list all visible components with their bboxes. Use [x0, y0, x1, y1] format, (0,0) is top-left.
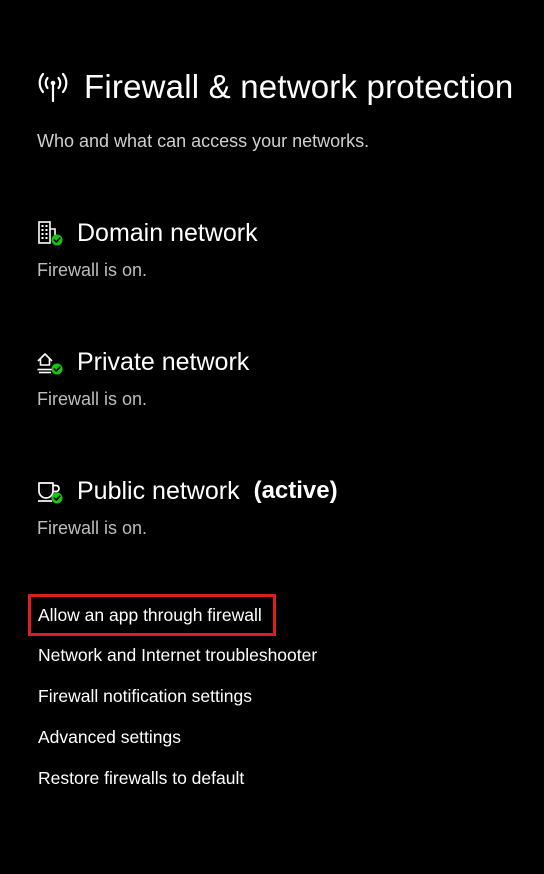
domain-building-icon [38, 221, 63, 246]
firewall-notification-settings-link[interactable]: Firewall notification settings [28, 676, 508, 717]
firewall-status: Firewall is on. [37, 518, 148, 538]
private-network-section[interactable]: Private network Firewall is on. [36, 345, 516, 410]
network-header: Public network (active) [36, 474, 516, 508]
page-header: Firewall & network protection [36, 68, 513, 106]
domain-network-section[interactable]: Domain network Firewall is on. [36, 216, 516, 281]
check-badge-icon [51, 234, 63, 246]
page-title: Firewall & network protection [84, 68, 514, 105]
check-badge-icon [51, 363, 63, 375]
network-troubleshooter-link[interactable]: Network and Internet troubleshooter [28, 635, 508, 676]
firewall-status: Firewall is on. [37, 260, 148, 280]
page-subtitle: Who and what can access your networks. [37, 131, 370, 151]
network-name: Private network [77, 347, 250, 376]
public-network-section[interactable]: Public network (active) Firewall is on. [36, 474, 516, 539]
wireless-antenna-icon [38, 72, 68, 103]
network-name: Public network [77, 476, 240, 505]
restore-firewalls-default-link[interactable]: Restore firewalls to default [28, 758, 508, 799]
active-network-label: (active) [253, 477, 338, 504]
network-header: Private network [36, 345, 516, 379]
check-badge-icon [51, 492, 63, 504]
firewall-status: Firewall is on. [37, 389, 148, 409]
firewall-links-list: Allow an app through firewall Network an… [28, 594, 508, 799]
public-cafe-network-icon [38, 482, 63, 504]
allow-app-through-firewall-link[interactable]: Allow an app through firewall [28, 594, 276, 636]
advanced-settings-link[interactable]: Advanced settings [28, 717, 508, 758]
network-name: Domain network [77, 218, 258, 247]
private-home-network-icon [37, 353, 63, 375]
network-header: Domain network [36, 216, 516, 250]
